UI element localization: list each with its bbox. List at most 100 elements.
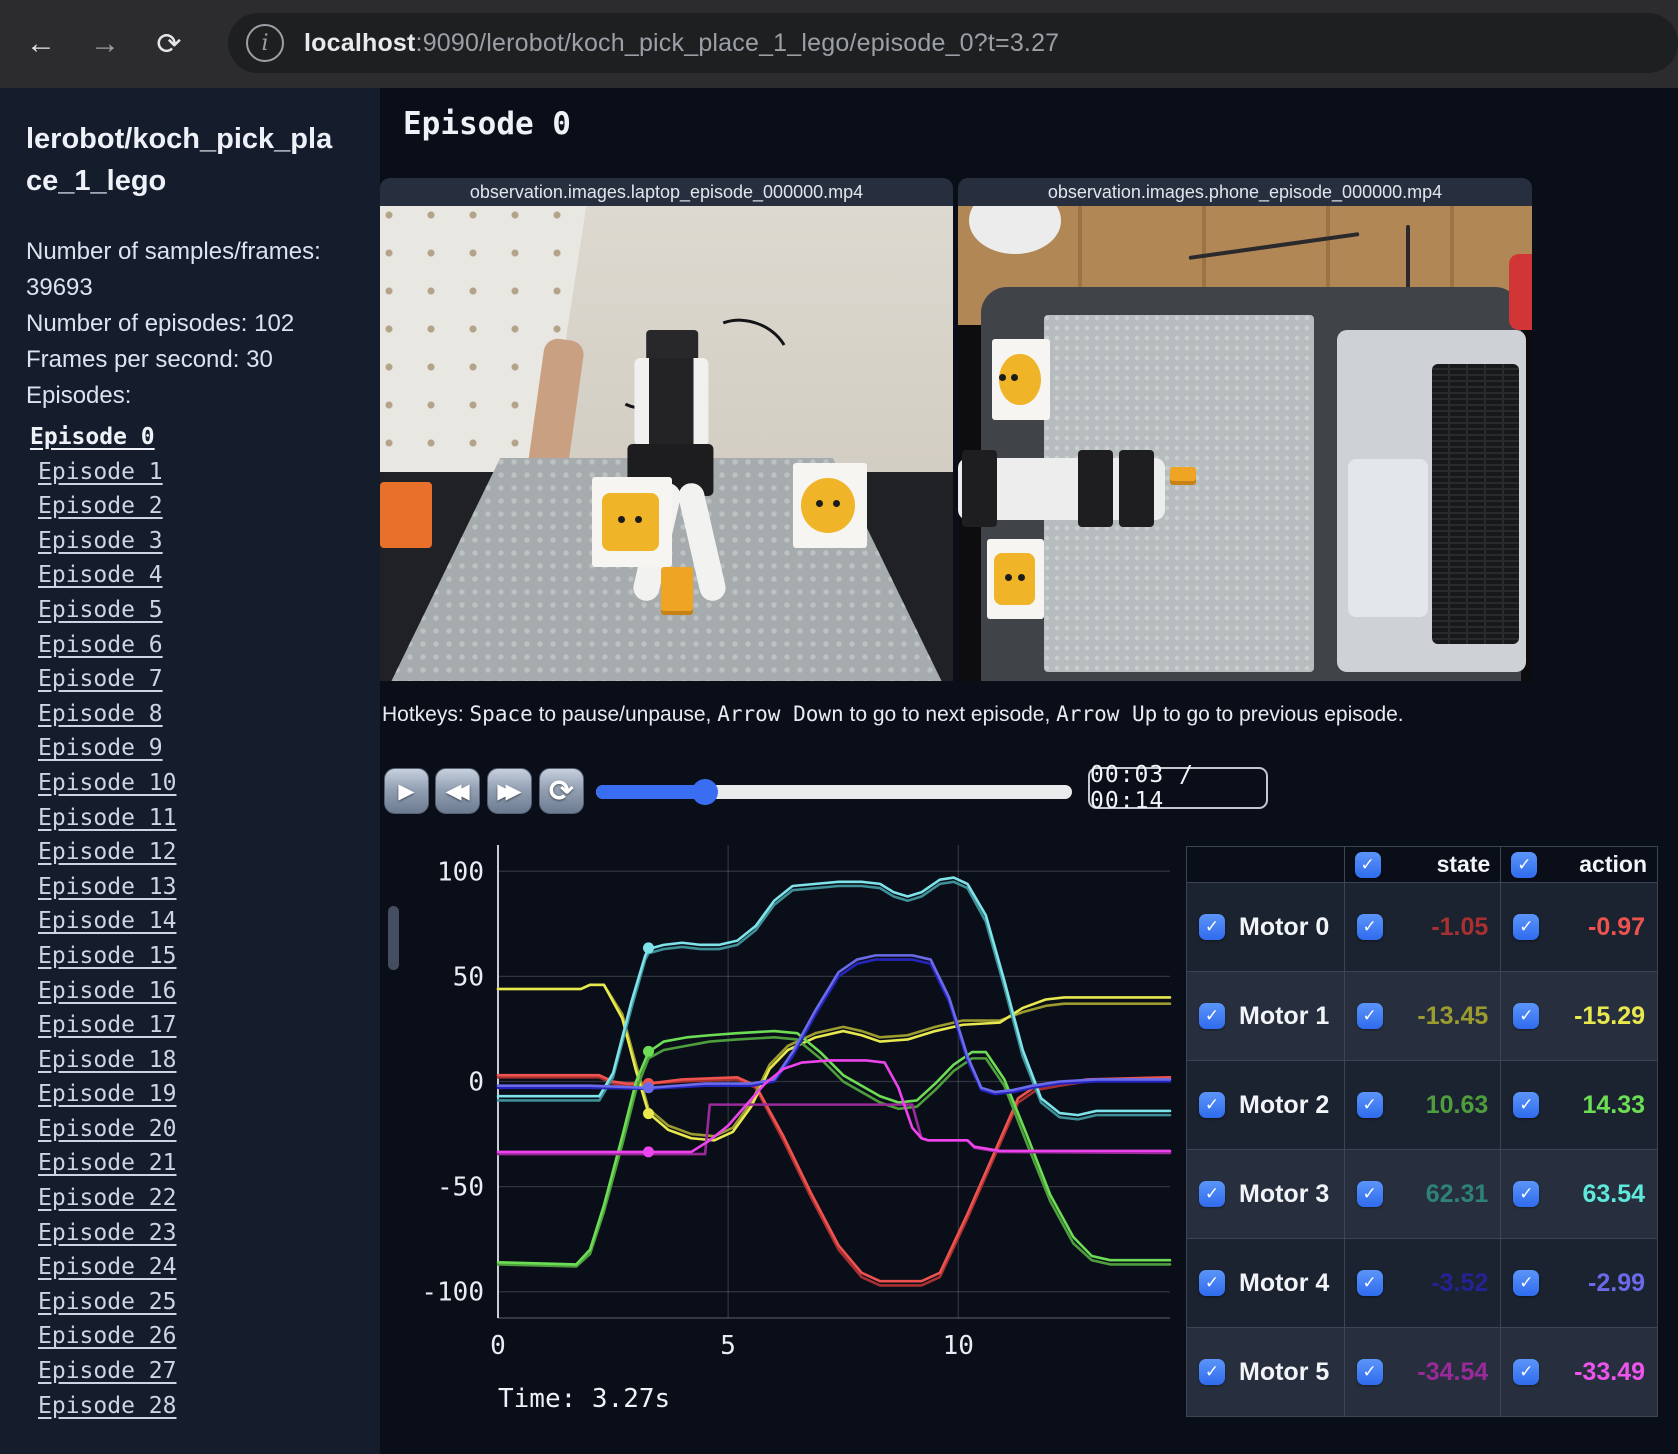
episode-link[interactable]: Episode 7 [26,662,380,697]
laptop-trackpad [1348,459,1428,617]
motor-state-checkbox[interactable]: ✓ [1356,1181,1383,1207]
video-laptop-camera[interactable] [380,206,953,681]
motor-row: ✓ Motor 5 ✓ -34.54 ✓ -33.49 [1186,1327,1658,1417]
back-button[interactable]: ← [18,21,64,67]
episode-link[interactable]: Episode 12 [26,835,380,870]
motor-action-checkbox[interactable]: ✓ [1513,1359,1540,1385]
key-arrow-up: Arrow Up [1056,702,1158,726]
laptop-keyboard [1431,363,1519,645]
header-state-cell: ✓ state [1343,846,1502,883]
episode-link[interactable]: Episode 13 [26,870,380,905]
motor-table-body: ✓ Motor 0 ✓ -1.05 ✓ -0.97 ✓ Motor 1 ✓ -13.45 … [1186,882,1658,1417]
motor-action-checkbox[interactable]: ✓ [1513,1003,1540,1029]
orange-lego-brick [660,567,693,615]
stat-episodes: Number of episodes: 102 [26,310,295,337]
motor-checkbox[interactable]: ✓ [1199,1003,1225,1029]
motor-state-checkbox[interactable]: ✓ [1356,1359,1383,1385]
episode-link[interactable]: Episode 18 [26,1043,380,1078]
motor-checkbox[interactable]: ✓ [1199,1359,1225,1385]
motor-checkbox[interactable]: ✓ [1199,1181,1225,1207]
robot-arm-body [633,358,708,446]
forward-button[interactable]: → [82,21,128,67]
episode-link[interactable]: Episode 2 [26,489,380,524]
url-bar[interactable]: i localhost:9090/lerobot/koch_pick_place… [228,13,1678,73]
video-title-phone: observation.images.phone_episode_000000.… [958,178,1532,206]
episode-link[interactable]: Episode 0 [26,420,380,455]
motor-checkbox[interactable]: ✓ [1199,1092,1225,1118]
table-header-row: ✓ state ✓ action [1186,846,1658,883]
motor-action-value: -0.97 [1588,912,1645,941]
sticker-box-bottom [986,538,1045,620]
forward-icon: → [90,27,120,60]
motor-state-checkbox[interactable]: ✓ [1356,1092,1383,1118]
episode-link[interactable]: Episode 23 [26,1216,380,1251]
svg-text:10: 10 [943,1331,974,1361]
action-column-checkbox[interactable]: ✓ [1511,851,1538,878]
orange-lego-brick-top [1170,467,1197,486]
video-panel-phone: observation.images.phone_episode_000000.… [958,178,1532,681]
episode-link[interactable]: Episode 21 [26,1146,380,1181]
site-info-icon[interactable]: i [246,24,284,62]
motor-checkbox[interactable]: ✓ [1199,1270,1225,1296]
episode-link[interactable]: Episode 5 [26,593,380,628]
reload-button[interactable]: ⟳ [146,21,192,67]
panda-sticker-box [592,476,673,567]
motor-action-checkbox[interactable]: ✓ [1513,1092,1540,1118]
episode-link[interactable]: Episode 11 [26,801,380,836]
episode-link[interactable]: Episode 27 [26,1354,380,1389]
state-column-checkbox[interactable]: ✓ [1354,851,1381,878]
episode-link[interactable]: Episode 19 [26,1077,380,1112]
laptop [1336,329,1527,672]
episode-link[interactable]: Episode 22 [26,1181,380,1216]
motor-table: ✓ state ✓ action ✓ Motor 0 ✓ -1.05 ✓ -0.97 ✓ M… [1186,846,1658,1417]
episode-link[interactable]: Episode 25 [26,1285,380,1320]
episode-link[interactable]: Episode 26 [26,1319,380,1354]
episode-link[interactable]: Episode 1 [26,455,380,490]
episode-link[interactable]: Episode 4 [26,558,380,593]
svg-text:50: 50 [453,962,484,992]
motor-action-value: -2.99 [1588,1268,1645,1297]
motor-label: Motor 2 [1239,1090,1330,1119]
episode-link[interactable]: Episode 6 [26,628,380,663]
motor-state-checkbox[interactable]: ✓ [1356,1270,1383,1296]
motor-state-value: -13.45 [1417,1001,1489,1030]
chart-time-label: Time: 3.27s [498,1384,671,1414]
header-empty-cell [1186,846,1345,883]
motor-row: ✓ Motor 3 ✓ 62.31 ✓ 63.54 [1186,1149,1658,1239]
hotkeys-help: Hotkeys: Space to pause/unpause, Arrow D… [382,702,1404,726]
episode-link[interactable]: Episode 10 [26,766,380,801]
charger-cable [1405,225,1410,292]
svg-text:-100: -100 [421,1278,484,1308]
svg-text:100: 100 [437,857,484,887]
episode-link[interactable]: Episode 16 [26,974,380,1009]
motor-action-checkbox[interactable]: ✓ [1513,914,1540,940]
video-phone-camera[interactable] [958,206,1532,681]
motor-state-checkbox[interactable]: ✓ [1356,1003,1383,1029]
motor-action-checkbox[interactable]: ✓ [1513,1270,1540,1296]
url-host: localhost [304,28,416,57]
svg-text:-50: -50 [437,1173,484,1203]
robot-arm-topview [958,450,1165,527]
key-space: Space [469,702,533,726]
episode-link[interactable]: Episode 17 [26,1008,380,1043]
episode-link[interactable]: Episode 28 [26,1389,380,1424]
episode-link[interactable]: Episode 9 [26,731,380,766]
episode-link[interactable]: Episode 3 [26,524,380,559]
motor-action-value: 63.54 [1582,1179,1645,1208]
url-text: localhost:9090/lerobot/koch_pick_place_1… [304,29,1059,58]
motor-chart: 100 50 0 -50 -100 0 5 10 Time: 3.27s [380,788,1192,1448]
sidebar: lerobot/koch_pick_place_1_lego Number of… [0,88,380,1454]
motor-state-checkbox[interactable]: ✓ [1356,914,1383,940]
state-column-label: state [1436,851,1491,877]
episode-link[interactable]: Episode 20 [26,1112,380,1147]
reload-icon: ⟳ [156,27,182,61]
motor-row: ✓ Motor 2 ✓ 10.63 ✓ 14.33 [1186,1060,1658,1150]
episode-link[interactable]: Episode 8 [26,697,380,732]
browser-chrome: ← → ⟳ i localhost:9090/lerobot/koch_pick… [0,0,1678,88]
episode-link[interactable]: Episode 15 [26,939,380,974]
motor-checkbox[interactable]: ✓ [1199,914,1225,940]
motor-action-checkbox[interactable]: ✓ [1513,1181,1540,1207]
episode-link[interactable]: Episode 14 [26,904,380,939]
action-column-label: action [1579,851,1647,877]
episode-link[interactable]: Episode 24 [26,1250,380,1285]
